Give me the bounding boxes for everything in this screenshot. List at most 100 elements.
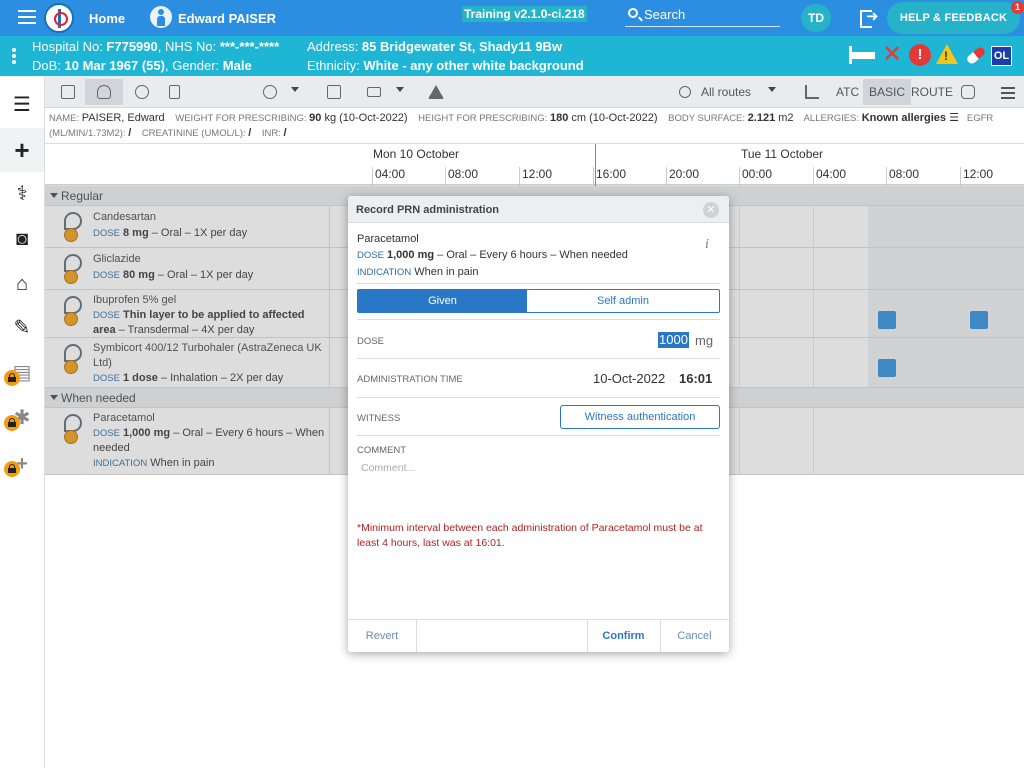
view-chart-button[interactable]	[53, 79, 83, 105]
administration-date-input[interactable]: 10-Oct-2022	[593, 371, 665, 386]
sidebar-item-locked-add[interactable]: +	[0, 442, 44, 486]
print-button[interactable]	[359, 79, 389, 105]
plus-icon: +	[14, 135, 30, 165]
drug-summary: Paracetamol DOSE 1,000 mg – Oral – Every…	[357, 231, 697, 281]
patient-icon	[150, 6, 172, 28]
patient-banner: Hospital No: F775990, NHS No: ***-***-**…	[0, 36, 1024, 76]
home-link[interactable]: Home	[89, 11, 125, 26]
chevron-down-icon[interactable]	[768, 87, 776, 92]
comment-input[interactable]: Comment...	[361, 462, 415, 474]
logout-icon[interactable]	[860, 7, 880, 28]
route-view-button[interactable]: ROUTE	[905, 79, 959, 105]
stethoscope-icon: ⚕	[16, 183, 28, 205]
help-feedback-button[interactable]: HELP & FEEDBACK	[887, 2, 1020, 34]
hour-label: 00:00	[739, 167, 772, 186]
patient-name[interactable]: Edward PAISER	[178, 11, 276, 26]
app-logo-icon[interactable]	[44, 3, 74, 33]
hour-label: 16:00	[593, 167, 626, 186]
chevron-down-icon[interactable]	[291, 87, 299, 92]
administration-time-label: Administration time	[357, 374, 463, 385]
search-field[interactable]: Search	[625, 5, 780, 27]
administration-view-button[interactable]	[85, 79, 123, 105]
dob-gender-line: DoB: 10 Mar 1967 (55), Gender: Male	[32, 58, 252, 73]
grouping-button[interactable]	[955, 79, 981, 105]
given-option[interactable]: Given	[358, 290, 527, 312]
sidebar-item-list[interactable]: ☰	[0, 83, 44, 127]
sidebar-item-edit[interactable]: ✎	[0, 306, 44, 350]
sidebar-item-home[interactable]: ⌂	[0, 262, 44, 306]
sidebar-item-clinical[interactable]: ⚕	[0, 172, 44, 216]
self-admin-option[interactable]: Self admin	[527, 290, 719, 312]
atc-view-button[interactable]: ATC	[830, 79, 865, 105]
pill-icon[interactable]	[964, 44, 986, 66]
camera-icon: ◙	[15, 228, 29, 250]
hand-icon	[97, 85, 111, 99]
administration-time-input[interactable]: 16:01	[679, 371, 712, 386]
administration-type-toggle: Given Self admin	[357, 289, 720, 313]
cross-icon[interactable]: ✕	[882, 43, 904, 67]
chevron-down-icon[interactable]	[396, 87, 404, 92]
printer-icon	[367, 87, 381, 97]
confirm-button[interactable]: Confirm	[587, 620, 660, 652]
routes-select[interactable]: All routes	[675, 79, 785, 105]
discontinue-button[interactable]	[127, 79, 157, 105]
dose-label: Dose	[357, 336, 384, 347]
alert-icon[interactable]: !	[909, 44, 931, 66]
warning-triangle-icon	[428, 85, 444, 99]
sort-button[interactable]	[797, 79, 819, 105]
lock-icon	[4, 370, 20, 386]
dialog-title: Record PRN administration	[356, 204, 500, 216]
dialog-header: Record PRN administration ✕	[348, 196, 729, 223]
calendar-button[interactable]	[319, 79, 349, 105]
sidebar: ☰ + ⚕ ◙ ⌂ ✎ ▤ ✱ +	[0, 76, 45, 768]
basic-view-button[interactable]: BASIC	[863, 79, 912, 105]
hour-label: 12:00	[960, 167, 993, 186]
allergies-list-icon[interactable]: ☰	[946, 112, 959, 124]
user-avatar[interactable]: TD	[801, 4, 831, 32]
current-time-line	[595, 144, 596, 186]
pill-cancel-icon	[135, 85, 149, 99]
group-icon	[961, 85, 975, 99]
warnings-button[interactable]	[421, 79, 451, 105]
add-pill-icon	[263, 85, 277, 99]
dose-input[interactable]: 1000	[658, 332, 689, 348]
menu-icon[interactable]	[18, 10, 36, 26]
search-label: Search	[644, 7, 686, 22]
top-bar: Home Edward PAISER Training v2.1.0-ci.21…	[0, 0, 1024, 36]
house-icon: ⌂	[15, 273, 29, 295]
interval-warning: *Minimum interval between each administr…	[357, 522, 703, 549]
timeline-header: Mon 10 October Tue 11 October 04:00 08:0…	[45, 143, 1024, 186]
sidebar-item-add[interactable]: +	[0, 128, 44, 172]
witness-authentication-button[interactable]: Witness authentication	[560, 405, 720, 429]
record-prn-dialog: Record PRN administration ✕ Paracetamol …	[348, 196, 729, 652]
more-vert-icon[interactable]	[12, 48, 16, 64]
day-label: Mon 10 October	[373, 147, 460, 161]
info-icon[interactable]: i	[705, 237, 709, 253]
hour-label: 20:00	[666, 167, 699, 186]
document-button[interactable]	[161, 79, 191, 105]
sidebar-item-locked-clipboard[interactable]: ▤	[0, 351, 44, 395]
cancel-button[interactable]: Cancel	[660, 620, 729, 652]
warning-icon[interactable]	[936, 44, 958, 66]
close-icon[interactable]: ✕	[703, 202, 719, 218]
bed-icon[interactable]	[849, 44, 877, 66]
ol-badge[interactable]: OL	[991, 46, 1012, 66]
revert-button[interactable]: Revert	[348, 620, 416, 652]
add-medication-button[interactable]	[255, 79, 285, 105]
patient-measurements: Name: PAISER, Edward Weight for prescrib…	[49, 112, 994, 139]
hour-label: 04:00	[813, 167, 846, 186]
sidebar-item-camera[interactable]: ◙	[0, 217, 44, 261]
search-icon	[628, 8, 638, 18]
day-label: Tue 11 October	[741, 147, 824, 161]
routes-icon	[679, 86, 691, 98]
witness-label: Witness	[357, 413, 401, 424]
hour-label: 08:00	[886, 167, 919, 186]
calendar-icon	[327, 85, 341, 99]
sort-icon	[805, 85, 819, 99]
options-menu-button[interactable]	[997, 79, 1019, 105]
routes-label: All routes	[701, 85, 752, 99]
list-icon: ☰	[13, 94, 31, 116]
sidebar-item-locked-activity[interactable]: ✱	[0, 396, 44, 440]
hour-label: 12:00	[519, 167, 552, 186]
document-icon	[169, 85, 180, 99]
